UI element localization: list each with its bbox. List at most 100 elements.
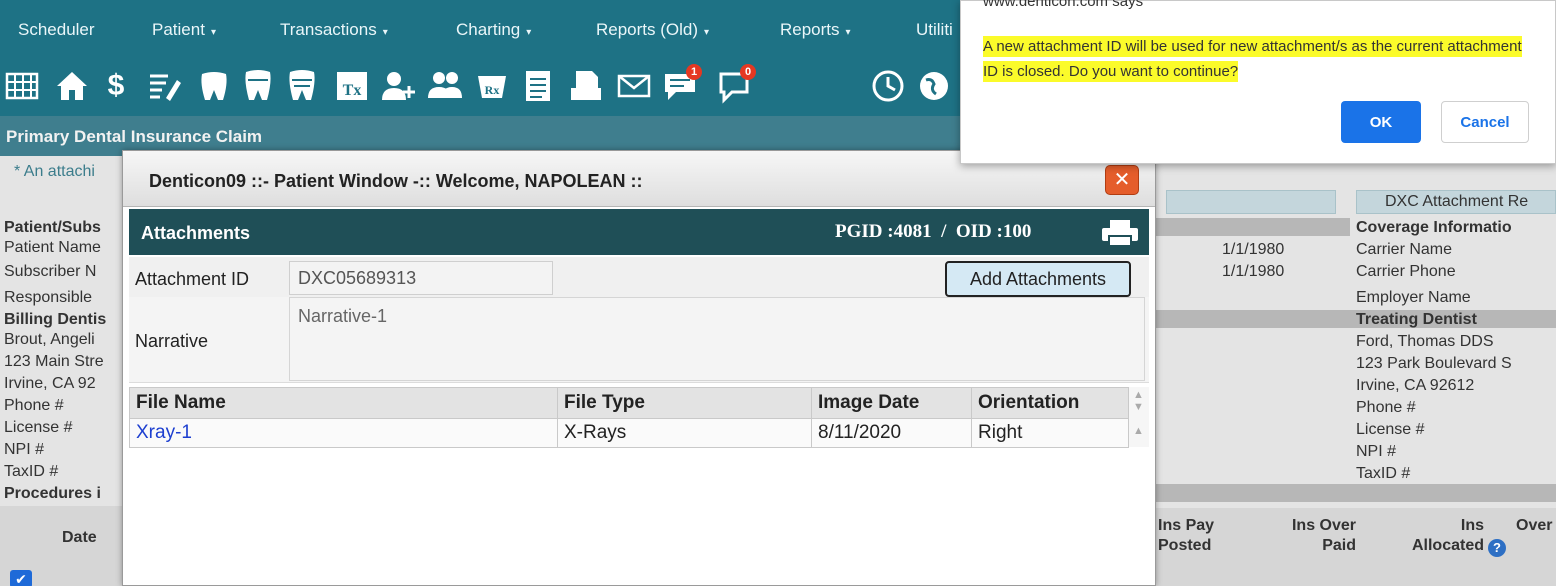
label-patient-subscriber: Patient/Subs — [4, 219, 101, 236]
menu-reports[interactable]: Reports ▾ — [780, 20, 851, 40]
envelope-icon[interactable] — [616, 68, 652, 104]
file-type-cell: X-Rays — [557, 418, 812, 448]
calendar-grid-icon[interactable] — [4, 68, 40, 104]
patient-window-title: Denticon09 ::- Patient Window -:: Welcom… — [149, 171, 643, 191]
header-band — [1156, 218, 1350, 236]
label-patient-name: Patient Name — [4, 239, 101, 256]
home-icon[interactable] — [54, 68, 90, 104]
ok-button[interactable]: OK — [1341, 101, 1421, 143]
globe-icon[interactable] — [916, 68, 952, 104]
label-npi-right: NPI # — [1356, 443, 1397, 460]
dialog-message: A new attachment ID will be used for new… — [983, 34, 1523, 84]
prescription-icon[interactable]: Rx — [474, 68, 510, 104]
menu-charting[interactable]: Charting ▾ — [456, 20, 531, 40]
cancel-button[interactable]: Cancel — [1441, 101, 1529, 143]
scroll-up-icon[interactable]: ▲ — [1133, 425, 1144, 437]
highlighted-message-text: A new attachment ID will be used for new… — [983, 36, 1522, 82]
pgid-oid-label: PGID :4081 / OID :100 — [835, 221, 1032, 242]
menu-scheduler[interactable]: Scheduler — [18, 20, 101, 40]
tooth-icon[interactable] — [196, 68, 232, 104]
column-ins-pay-posted: Ins Pay Posted — [1158, 517, 1215, 554]
column-orientation[interactable]: Orientation — [971, 387, 1129, 419]
label-employer-name: Employer Name — [1356, 289, 1471, 306]
chevron-down-icon: ▾ — [210, 27, 216, 38]
label-carrier-phone: Carrier Phone — [1356, 263, 1456, 280]
chat-icon[interactable]: 0 — [716, 64, 756, 104]
menu-reports-old[interactable]: Reports (Old) ▾ — [596, 20, 709, 40]
column-ins-over-paid: Ins Over Paid — [1291, 517, 1356, 554]
label-treating-dentist: Treating Dentist — [1356, 311, 1477, 328]
patient-window-modal: Denticon09 ::- Patient Window -:: Welcom… — [122, 150, 1156, 586]
chevron-down-icon: ▾ — [382, 27, 388, 38]
document-list-icon[interactable] — [520, 68, 556, 104]
attachments-header: Attachments PGID :4081 / OID :100 — [129, 209, 1149, 255]
attachment-notice: * An attachi — [14, 163, 95, 180]
narrative-label: Narrative — [135, 331, 209, 351]
scroll-down-icon[interactable]: ▼ — [1133, 401, 1144, 413]
treating-dentist-name: Ford, Thomas DDS — [1356, 333, 1494, 350]
procedure-checkbox[interactable]: ✔ — [10, 570, 32, 586]
image-date-cell: 8/11/2020 — [811, 418, 972, 448]
billing-dentist-name: Brout, Angeli — [4, 331, 95, 348]
add-attachments-button[interactable]: Add Attachments — [945, 261, 1131, 297]
column-image-date[interactable]: Image Date — [811, 387, 972, 419]
file-name-link[interactable]: Xray-1 — [129, 418, 558, 448]
notes-edit-icon[interactable] — [146, 68, 182, 104]
attachments-table: File Name File Type Image Date Orientati… — [129, 387, 1129, 448]
confirm-dialog: www.denticon.com says A new attachment I… — [960, 0, 1556, 164]
column-file-name[interactable]: File Name — [129, 387, 558, 419]
chevron-down-icon: ▾ — [526, 27, 532, 38]
table-row: Xray-1 X-Rays 8/11/2020 Right — [129, 418, 1129, 448]
menu-transactions[interactable]: Transactions ▾ — [280, 20, 388, 40]
treating-dentist-address: 123 Park Boulevard S — [1356, 355, 1512, 372]
label-npi: NPI # — [4, 441, 45, 458]
menu-patient[interactable]: Patient ▾ — [152, 20, 216, 40]
close-button[interactable]: ✕ — [1105, 165, 1139, 195]
scroll-up-icon[interactable]: ▲ — [1133, 389, 1144, 401]
tooth-chart-icon[interactable] — [240, 68, 276, 104]
billing-dentist-city: Irvine, CA 92 — [4, 375, 96, 392]
billing-dentist-address: 123 Main Stre — [4, 353, 104, 370]
message-icon[interactable]: 1 — [662, 64, 702, 104]
label-billing-dentist: Billing Dentis — [4, 311, 107, 328]
medical-tx-icon[interactable]: Tx — [334, 68, 370, 104]
patient-dob: 1/1/1980 — [1222, 241, 1285, 258]
label-coverage-information: Coverage Informatio — [1356, 219, 1512, 236]
label-carrier-name: Carrier Name — [1356, 241, 1453, 258]
label-taxid: TaxID # — [4, 463, 59, 480]
help-icon[interactable]: ? — [1488, 539, 1506, 557]
attachment-id-input[interactable] — [289, 261, 553, 295]
label-phone: Phone # — [4, 397, 64, 414]
orientation-cell: Right — [971, 418, 1129, 448]
chat-badge: 0 — [740, 64, 756, 80]
column-date: Date — [62, 529, 97, 546]
label-taxid-right: TaxID # — [1356, 465, 1411, 482]
label-responsible: Responsible — [4, 289, 93, 306]
svg-text:Tx: Tx — [343, 82, 362, 99]
print-icon[interactable] — [1101, 219, 1139, 247]
label-license: License # — [4, 419, 73, 436]
table-scrollbar[interactable]: ▲ ▼ ▲ — [1129, 387, 1149, 447]
add-family-icon[interactable] — [428, 68, 464, 104]
dxc-attachment-button[interactable]: DXC Attachment Re — [1356, 190, 1556, 214]
add-patient-icon[interactable] — [380, 68, 416, 104]
printer-form-icon[interactable] — [568, 68, 604, 104]
narrative-row: Narrative Narrative-1 — [129, 297, 1149, 383]
treating-dentist-city: Irvine, CA 92612 — [1356, 377, 1475, 394]
treatment-plan-icon[interactable] — [284, 68, 320, 104]
chevron-down-icon: ▾ — [704, 27, 710, 38]
close-icon: ✕ — [1113, 169, 1131, 191]
column-over: Over — [1516, 517, 1553, 534]
column-file-type[interactable]: File Type — [557, 387, 812, 419]
dxc-tab-button[interactable] — [1166, 190, 1336, 214]
attachments-title: Attachments — [141, 223, 251, 243]
header-band — [1156, 484, 1556, 502]
ledger-money-icon[interactable]: $ — [98, 68, 134, 104]
menu-utilities[interactable]: Utiliti — [916, 20, 959, 40]
narrative-textarea[interactable]: Narrative-1 — [289, 297, 1145, 381]
dialog-origin: www.denticon.com says — [983, 0, 1144, 10]
clock-icon[interactable] — [870, 68, 906, 104]
message-badge: 1 — [686, 64, 702, 80]
label-phone-right: Phone # — [1356, 399, 1416, 416]
attachment-id-row: Attachment ID Add Attachments — [129, 257, 1149, 301]
